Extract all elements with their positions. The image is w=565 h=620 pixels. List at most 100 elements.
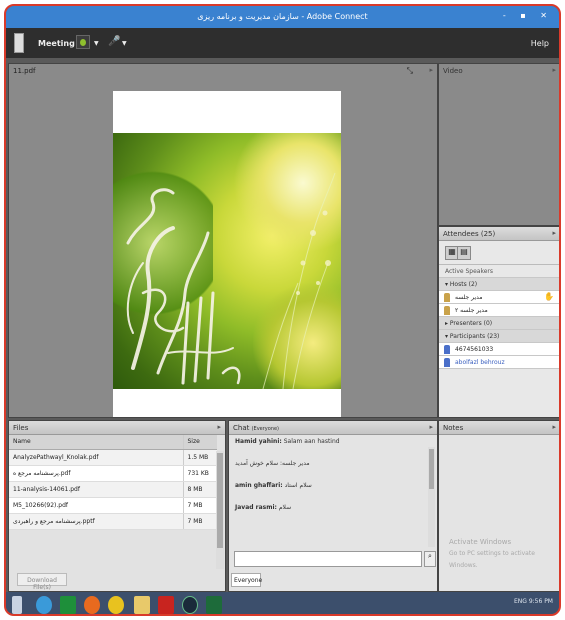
- chat-pod-title: Chat: [233, 424, 250, 432]
- file-size: 7 MB: [182, 497, 217, 514]
- host-icon: [444, 306, 450, 315]
- language-indicator[interactable]: ENG: [514, 598, 527, 605]
- chat-message: Javad rasmi: سلام: [229, 501, 437, 523]
- clock[interactable]: 9:56 PM: [529, 598, 553, 605]
- system-tray[interactable]: ENG 9:56 PM: [514, 598, 553, 605]
- start-icon[interactable]: [12, 596, 22, 614]
- participants-group[interactable]: ▾ Participants (23): [439, 330, 559, 343]
- participant-icon: [444, 345, 450, 354]
- pod-menu-icon[interactable]: ▸: [429, 423, 433, 431]
- excel-icon[interactable]: [206, 596, 222, 614]
- attendees-pod: Attendees (25) ▸ ▦ ▤ Active Speakers ▾ H…: [438, 226, 559, 418]
- chrome-icon[interactable]: [108, 596, 124, 614]
- table-row[interactable]: 11-analysis-14061.pdf 8 MB: [9, 481, 217, 498]
- table-row[interactable]: پرسشنامه مرجع و راهبردی.pptf 7 MB: [9, 513, 217, 530]
- file-size: 8 MB: [182, 481, 217, 498]
- meeting-menu[interactable]: Meeting: [38, 39, 75, 48]
- chat-message: amin ghaffari: سلام استاد: [229, 479, 437, 501]
- attendee-row[interactable]: مدیر جلسه ۲: [439, 304, 559, 317]
- files-table: Name Size AnalyzePathwayl_Knolak.pdf 1.5 …: [9, 435, 217, 530]
- watermark-subtitle: Go to PC settings to activate Windows.: [449, 550, 535, 569]
- media-app-icon[interactable]: [182, 596, 198, 614]
- files-pod: Files ▸ Name Size AnalyzePathwayl_Knolak…: [8, 420, 226, 592]
- attendee-count: (25): [480, 230, 496, 238]
- microphone-icon[interactable]: 🎤: [108, 36, 120, 50]
- chevron-down-icon[interactable]: ▼: [122, 40, 127, 47]
- table-row[interactable]: AnalyzePathwayl_Knolak.pdf 1.5 MB: [9, 449, 217, 466]
- notes-pod-header: Notes ▸: [439, 421, 559, 435]
- chevron-down-icon[interactable]: ▼: [94, 40, 99, 47]
- notes-pod-title: Notes: [443, 424, 464, 432]
- window-controls[interactable]: - ▪ ✕: [503, 11, 553, 20]
- attendees-toolbar: ▦ ▤: [439, 241, 559, 265]
- document-page: [113, 91, 341, 417]
- acrobat-icon[interactable]: [158, 596, 174, 614]
- pod-menu-icon[interactable]: ▸: [552, 229, 556, 237]
- attendee-name: abolfazl behrouz: [455, 359, 505, 366]
- hosts-group[interactable]: ▾ Hosts (2): [439, 278, 559, 291]
- column-header-name[interactable]: Name: [9, 435, 183, 450]
- pod-menu-icon[interactable]: ▸: [217, 423, 221, 431]
- hosts-group-label: Hosts (2): [449, 281, 478, 288]
- participant-icon: [444, 358, 450, 367]
- raise-hand-icon: ✋: [544, 292, 554, 301]
- pod-menu-icon[interactable]: ▸: [552, 66, 556, 74]
- notes-pod: Notes ▸ Activate Windows Go to PC settin…: [438, 420, 559, 592]
- participants-group-label: Participants (23): [449, 333, 500, 340]
- table-row[interactable]: پرسشنامه مرجع ه.pdf 731 KB: [9, 465, 217, 482]
- menu-bar: Meeting ▼ 🎤 ▼ Help: [6, 28, 559, 58]
- chat-tab-everyone[interactable]: Everyone: [231, 573, 262, 587]
- windows-taskbar: ENG 9:56 PM: [6, 592, 559, 614]
- presenters-group[interactable]: ▸ Presenters (0): [439, 317, 559, 330]
- table-row[interactable]: M5_10266(92).pdf 7 MB: [9, 497, 217, 514]
- active-speakers: Active Speakers: [439, 265, 559, 278]
- chat-scope: (Everyone): [251, 426, 280, 432]
- send-icon[interactable]: ⌕: [424, 551, 436, 567]
- chat-sender: Javad rasmi:: [235, 504, 277, 511]
- app-window: سازمان مدیریت و برنامه ریزی - Adobe Conn…: [4, 4, 561, 616]
- window-title: سازمان مدیریت و برنامه ریزی - Adobe Conn…: [197, 12, 368, 21]
- presenters-group-label: Presenters (0): [449, 320, 493, 327]
- chat-scrollbar[interactable]: [428, 447, 435, 547]
- chat-message: مدیر جلسه: سلام خوش آمدید: [229, 457, 437, 479]
- attendees-pod-title: Attendees: [443, 230, 479, 238]
- chat-text: سلام استاد: [284, 482, 312, 489]
- attendee-name: مدیر جلسه: [455, 294, 483, 301]
- attendee-row[interactable]: 4674561033: [439, 343, 559, 356]
- spreadsheet-app-icon[interactable]: [60, 596, 76, 614]
- attendee-row[interactable]: abolfazl behrouz: [439, 356, 559, 369]
- file-name: AnalyzePathwayl_Knolak.pdf: [9, 449, 183, 466]
- calligraphy-image: [113, 133, 341, 389]
- file-explorer-icon[interactable]: [134, 596, 150, 614]
- role-view-icon[interactable]: ▤: [457, 246, 471, 260]
- help-menu[interactable]: Help: [531, 39, 549, 48]
- file-size: 1.5 MB: [182, 449, 217, 466]
- chat-text: Salam aan hastind: [283, 438, 340, 445]
- share-pod-header: 11.pdf ⤡ ▸: [9, 64, 437, 78]
- file-size: 7 MB: [182, 513, 217, 530]
- fullscreen-icon[interactable]: ⤡: [407, 66, 413, 76]
- title-bar: سازمان مدیریت و برنامه ریزی - Adobe Conn…: [6, 6, 559, 28]
- chat-input[interactable]: [234, 551, 422, 567]
- status-icon[interactable]: [76, 35, 90, 49]
- chat-sender: amin ghaffari:: [235, 482, 283, 489]
- share-pod: 11.pdf ⤡ ▸: [8, 63, 438, 418]
- chat-pod-header: Chat (Everyone) ▸: [229, 421, 437, 435]
- files-pod-header: Files ▸: [9, 421, 225, 435]
- files-scrollbar[interactable]: [216, 451, 224, 569]
- files-pod-title: Files: [13, 424, 29, 432]
- pod-menu-icon[interactable]: ▸: [552, 423, 556, 431]
- share-pod-title: 11.pdf: [13, 67, 36, 75]
- internet-explorer-icon[interactable]: [36, 596, 52, 614]
- video-pod: Video ▸: [438, 63, 559, 226]
- download-files-button[interactable]: Download File(s): [17, 573, 67, 591]
- attendee-row[interactable]: مدیر جلسه ✋: [439, 291, 559, 304]
- chat-text: سلام: [278, 504, 292, 511]
- firefox-icon[interactable]: [84, 596, 100, 614]
- chat-pod: Chat (Everyone) ▸ Hamid yahini: Salam aa…: [228, 420, 438, 592]
- column-header-size[interactable]: Size: [182, 435, 217, 450]
- adobe-connect-logo-icon: [14, 33, 24, 53]
- file-name: M5_10266(92).pdf: [9, 497, 183, 514]
- calligraphy-strokes: [126, 172, 336, 389]
- pod-menu-icon[interactable]: ▸: [429, 66, 433, 74]
